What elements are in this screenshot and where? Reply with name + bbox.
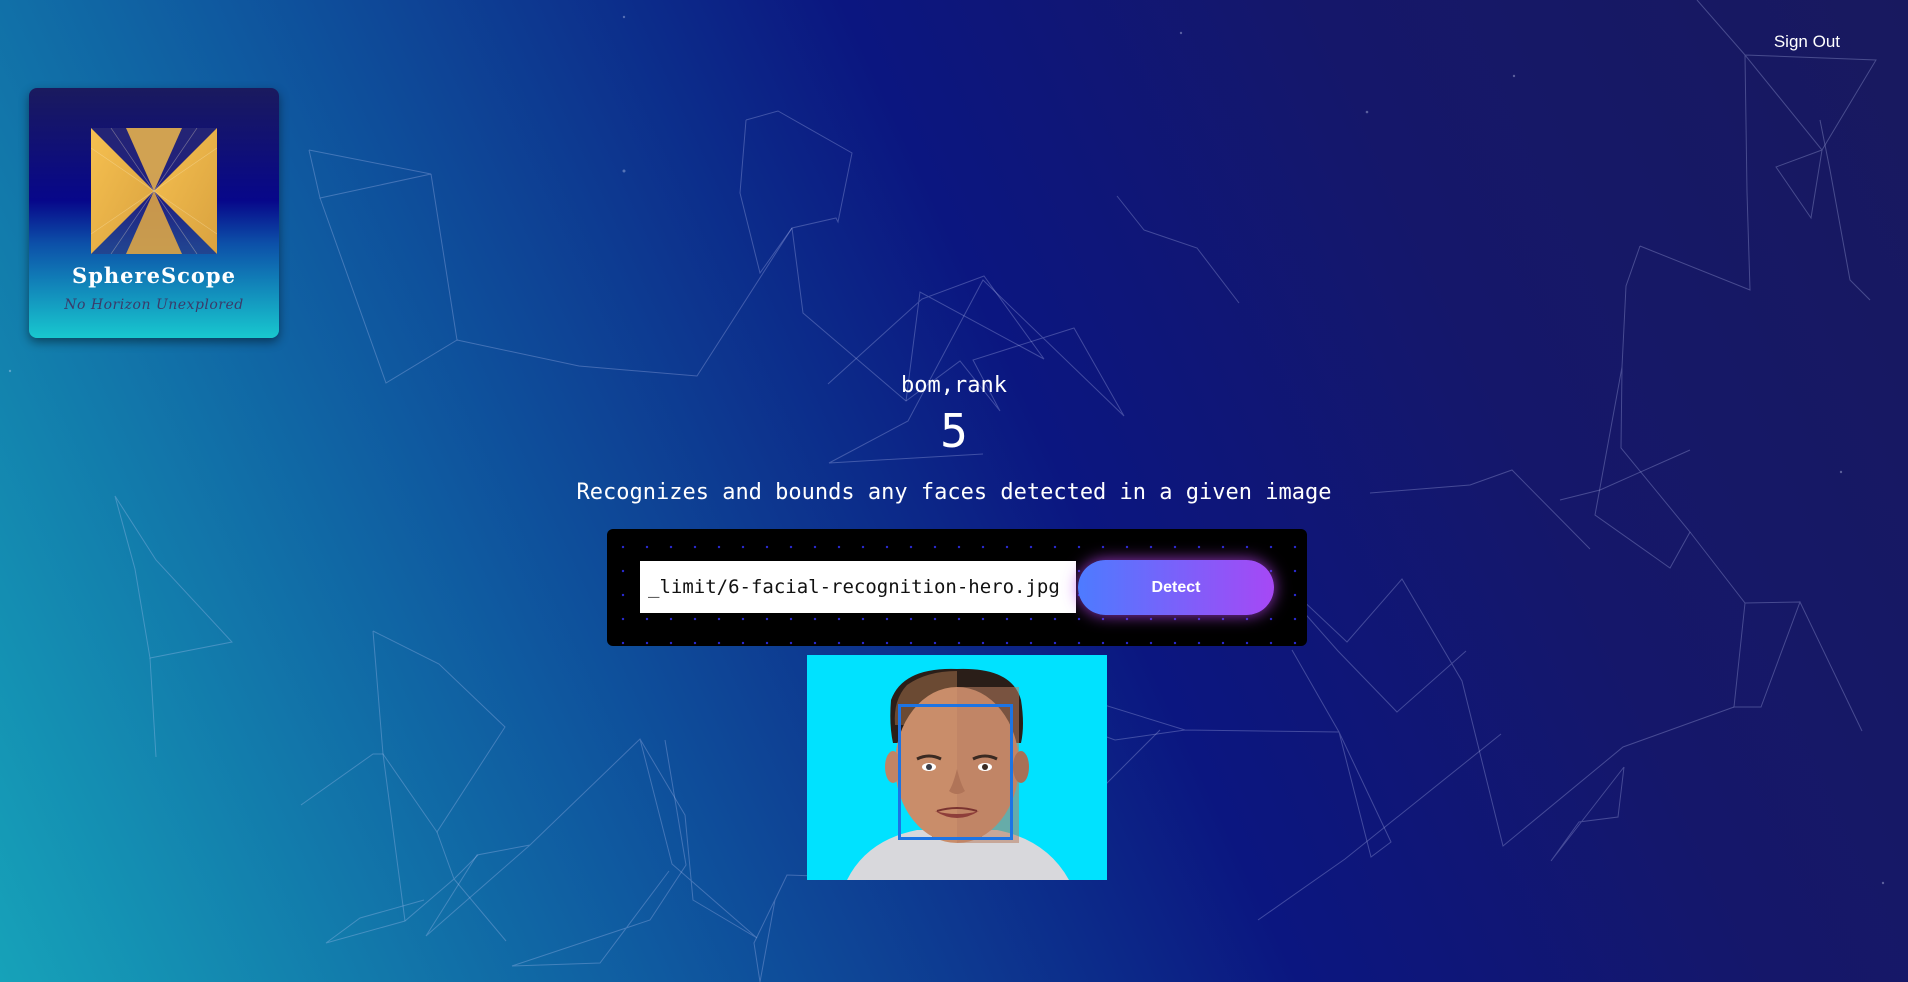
page-description: Recognizes and bounds any faces detected… — [576, 480, 1332, 505]
brand-name: SphereScope — [72, 263, 236, 288]
logo-card: SphereScope No Horizon Unexplored — [29, 88, 279, 338]
brand-tagline: No Horizon Unexplored — [64, 297, 244, 313]
face-bounding-box — [898, 704, 1013, 840]
user-rank-label: bom,rank — [901, 373, 1007, 398]
detect-button[interactable]: Detect — [1078, 560, 1274, 615]
logo-mark-icon — [91, 128, 217, 254]
image-url-input[interactable] — [640, 561, 1076, 613]
user-rank-value: 5 — [940, 404, 968, 458]
image-url-form: Detect — [607, 529, 1307, 646]
sign-out-link[interactable]: Sign Out — [1774, 32, 1840, 52]
result-image — [807, 655, 1107, 880]
